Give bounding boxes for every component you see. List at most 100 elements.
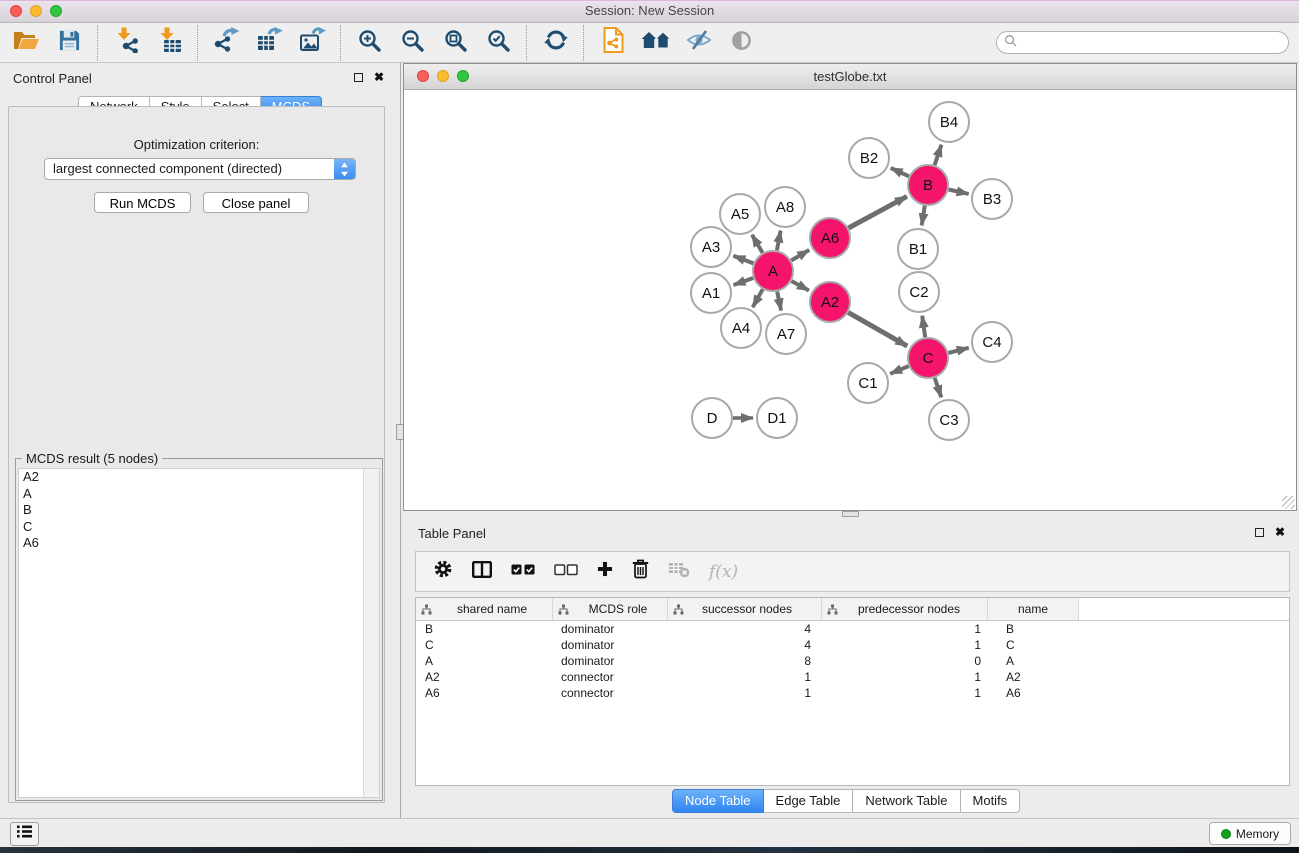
search-input[interactable] — [1021, 35, 1288, 51]
mcds-result-item[interactable]: C — [19, 519, 379, 536]
graph-node-A5[interactable]: A5 — [720, 194, 760, 234]
minimize-window-button[interactable] — [30, 5, 42, 17]
tab-network-table[interactable]: Network Table — [853, 789, 960, 813]
mcds-result-item[interactable]: A2 — [19, 469, 379, 486]
zoom-in-button[interactable] — [352, 26, 387, 60]
graph-node-A7[interactable]: A7 — [766, 314, 806, 354]
graph-edge-A-A7[interactable] — [777, 292, 781, 311]
graph-edge-A2-C[interactable] — [848, 312, 907, 346]
graph-edge-A-A2[interactable] — [791, 281, 809, 291]
float-table-panel-icon[interactable] — [1255, 528, 1264, 537]
graph-node-A[interactable]: A — [753, 251, 793, 291]
export-image-button[interactable] — [295, 26, 330, 60]
graph-node-B1[interactable]: B1 — [898, 229, 938, 269]
table-cell[interactable]: C — [988, 637, 1079, 653]
column-header-name[interactable]: name — [988, 598, 1079, 620]
table-cell[interactable]: A2 — [988, 669, 1079, 685]
refresh-button[interactable] — [538, 26, 573, 60]
graph-node-A8[interactable]: A8 — [765, 187, 805, 227]
table-row[interactable]: Bdominator41B — [416, 621, 1289, 637]
table-cell[interactable]: connector — [553, 669, 668, 685]
graph-node-C4[interactable]: C4 — [972, 322, 1012, 362]
graph-node-D[interactable]: D — [692, 398, 732, 438]
table-cell[interactable]: 4 — [668, 621, 822, 637]
table-cell[interactable]: 1 — [822, 685, 988, 701]
home-button[interactable] — [638, 26, 673, 60]
table-cell[interactable]: 8 — [668, 653, 822, 669]
memory-button[interactable]: Memory — [1209, 822, 1291, 845]
tab-node-table[interactable]: Node Table — [672, 789, 764, 813]
add-button[interactable] — [597, 561, 613, 582]
graph-node-B[interactable]: B — [908, 165, 948, 205]
deselect-all-button[interactable] — [554, 563, 578, 581]
window-resize-grip[interactable] — [1282, 496, 1295, 509]
mcds-result-item[interactable]: A — [19, 486, 379, 503]
close-table-panel-icon[interactable]: ✖ — [1275, 527, 1285, 537]
table-cell[interactable]: B — [988, 621, 1079, 637]
close-window-button[interactable] — [10, 5, 22, 17]
graph-node-C3[interactable]: C3 — [929, 400, 969, 440]
import-network-button[interactable] — [109, 26, 144, 60]
graph-node-C2[interactable]: C2 — [899, 272, 939, 312]
graph-node-C[interactable]: C — [908, 338, 948, 378]
import-table-button[interactable] — [152, 26, 187, 60]
graph-edge-C-C3[interactable] — [935, 378, 942, 397]
table-cell[interactable]: A6 — [416, 685, 553, 701]
table-cell[interactable]: connector — [553, 685, 668, 701]
search-box[interactable] — [996, 31, 1289, 54]
zoom-fit-button[interactable] — [438, 26, 473, 60]
column-header-shared-name[interactable]: shared name — [416, 598, 553, 620]
graph-node-A4[interactable]: A4 — [721, 308, 761, 348]
graph-node-A1[interactable]: A1 — [691, 273, 731, 313]
zoom-window-button[interactable] — [50, 5, 62, 17]
graph-node-C1[interactable]: C1 — [848, 363, 888, 403]
select-all-button[interactable] — [511, 563, 535, 581]
close-panel-button[interactable]: Close panel — [203, 192, 309, 213]
table-cell[interactable]: 1 — [822, 637, 988, 653]
column-header-predecessor-nodes[interactable]: predecessor nodes — [822, 598, 988, 620]
graph-edge-C-C2[interactable] — [922, 316, 925, 337]
table-cell[interactable]: 0 — [822, 653, 988, 669]
float-panel-icon[interactable] — [354, 73, 363, 82]
scrollbar-track[interactable] — [363, 469, 379, 797]
hide-details-button[interactable] — [681, 26, 716, 60]
graph-edge-A-A1[interactable] — [734, 278, 754, 285]
table-cell[interactable]: dominator — [553, 653, 668, 669]
graph-node-B2[interactable]: B2 — [849, 138, 889, 178]
graph-edge-C-C4[interactable] — [948, 348, 968, 353]
table-row[interactable]: Cdominator41C — [416, 637, 1289, 653]
graph-node-D1[interactable]: D1 — [757, 398, 797, 438]
network-close-button[interactable] — [417, 70, 429, 82]
graph-edge-B-B2[interactable] — [891, 168, 909, 176]
run-mcds-button[interactable]: Run MCDS — [94, 192, 191, 213]
columns-button[interactable] — [472, 561, 492, 583]
graph-edge-A-A4[interactable] — [753, 289, 763, 307]
table-cell[interactable]: A2 — [416, 669, 553, 685]
graph-edge-A-A5[interactable] — [752, 235, 763, 253]
zoom-out-button[interactable] — [395, 26, 430, 60]
table-cell[interactable]: B — [416, 621, 553, 637]
table-cell[interactable]: 1 — [822, 669, 988, 685]
graph-node-B3[interactable]: B3 — [972, 179, 1012, 219]
graph-node-B4[interactable]: B4 — [929, 102, 969, 142]
column-header-successor-nodes[interactable]: successor nodes — [668, 598, 822, 620]
table-cell[interactable]: A — [988, 653, 1079, 669]
table-cell[interactable]: 1 — [668, 685, 822, 701]
tab-edge-table[interactable]: Edge Table — [764, 789, 854, 813]
export-network-button[interactable] — [209, 26, 244, 60]
graph-node-A3[interactable]: A3 — [691, 227, 731, 267]
mcds-result-item[interactable]: A6 — [19, 535, 379, 552]
graph-node-A2[interactable]: A2 — [810, 282, 850, 322]
delete-table-button[interactable] — [668, 561, 690, 583]
table-cell[interactable]: dominator — [553, 637, 668, 653]
table-cell[interactable]: dominator — [553, 621, 668, 637]
table-row[interactable]: A2connector11A2 — [416, 669, 1289, 685]
save-session-button[interactable] — [52, 26, 87, 60]
optimization-criterion-select[interactable]: largest connected component (directed) — [44, 158, 356, 180]
graph-edge-B-B3[interactable] — [949, 190, 969, 194]
graph-edge-B-B4[interactable] — [935, 145, 942, 165]
table-cell[interactable]: A — [416, 653, 553, 669]
export-table-button[interactable] — [252, 26, 287, 60]
delete-button[interactable] — [632, 559, 649, 584]
zoom-selected-button[interactable] — [481, 26, 516, 60]
